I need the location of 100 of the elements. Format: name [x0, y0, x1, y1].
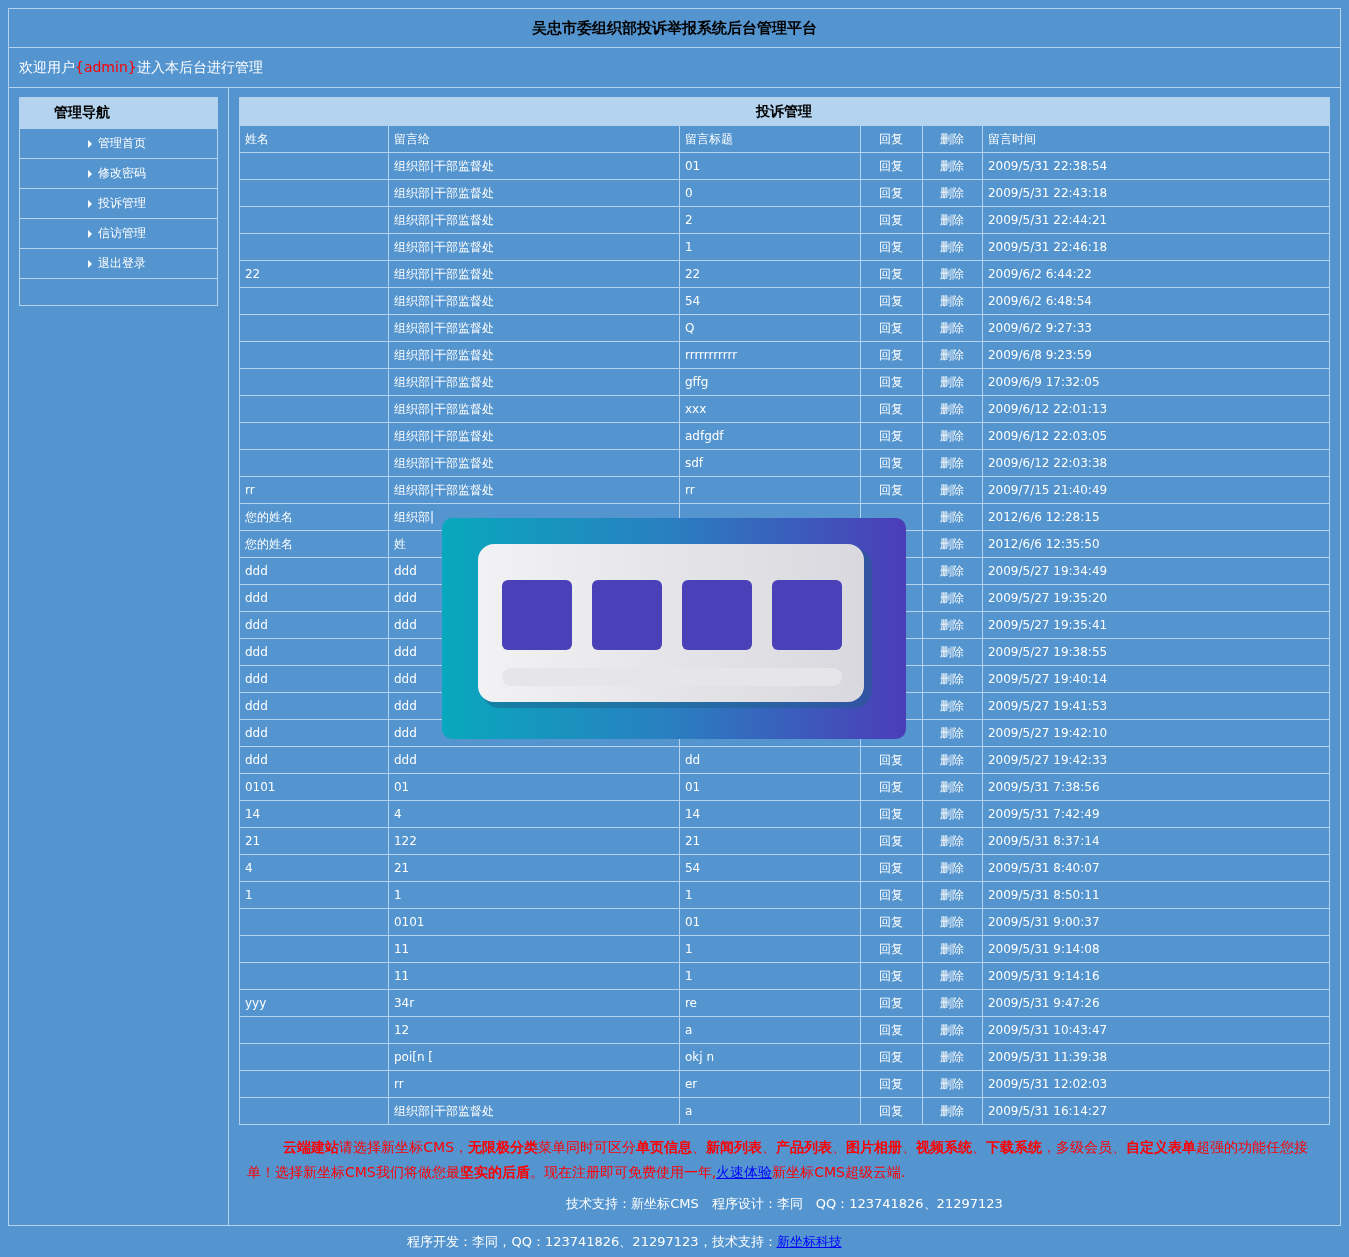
- table-cell: 2009/5/31 22:38:54: [982, 152, 1330, 180]
- table-cell: yyy: [239, 989, 389, 1017]
- table-cell: 01: [388, 773, 680, 801]
- table-cell: 2009/6/9 17:32:05: [982, 368, 1330, 396]
- table-cell: 11: [388, 935, 680, 963]
- table-cell: ddd: [239, 557, 389, 585]
- table-cell: 组织部|干部监督处: [388, 287, 680, 315]
- table-cell: 54: [679, 854, 861, 882]
- table-cell: 组织部|干部监督处: [388, 395, 680, 423]
- table-cell: 2009/5/27 19:42:33: [982, 746, 1330, 774]
- table-cell: 12: [388, 1016, 680, 1044]
- promo-text: 云端建站请选择新坐标CMS，无限极分类菜单同时可区分单页信息、新闻列表、产品列表、图片相册、视频系统、下载系统，多级会员、自定义表单超强的功能任您接单！选择新坐标CMS我们将做您最坚实的后盾。现在注册即可免费使用一年,火速体验新坐标CMS超级云端.: [245, 1138, 1310, 1182]
- table-cell: 2009/5/31 8:50:11: [982, 881, 1330, 909]
- table-cell: 01: [679, 908, 861, 936]
- table-cell: 2009/5/31 9:47:26: [982, 989, 1330, 1017]
- table-cell: 1: [679, 962, 861, 990]
- table-cell: 54: [679, 287, 861, 315]
- table-cell: 组织部|干部监督处: [388, 449, 680, 477]
- table-cell: 0101: [388, 908, 680, 936]
- table-cell: 2009/5/31 9:14:16: [982, 962, 1330, 990]
- table-cell: rr: [679, 476, 861, 504]
- table-cell: 组织部|干部监督处: [388, 206, 680, 234]
- table-cell: 2009/5/27 19:42:10: [982, 719, 1330, 747]
- table-cell: 2009/5/27 19:38:55: [982, 638, 1330, 666]
- table-cell: 1: [679, 935, 861, 963]
- table-cell: a: [679, 1097, 861, 1125]
- nav-item[interactable]: 退出登录: [20, 248, 217, 278]
- table-cell: 组织部|干部监督处: [388, 233, 680, 261]
- table-cell: 22: [679, 260, 861, 288]
- table-cell: rr: [239, 476, 389, 504]
- table-cell: okj n: [679, 1043, 861, 1071]
- nav-item[interactable]: 信访管理: [20, 218, 217, 248]
- table-cell: 2009/5/31 16:14:27: [982, 1097, 1330, 1125]
- nav-item[interactable]: 修改密码: [20, 158, 217, 188]
- nav-header: 管理导航: [20, 98, 217, 128]
- column-header: 留言给: [388, 125, 680, 153]
- table-cell: 2009/5/31 22:46:18: [982, 233, 1330, 261]
- triangle-icon: [88, 139, 92, 148]
- table-cell: xxx: [679, 395, 861, 423]
- table-cell: 4: [239, 854, 389, 882]
- table-cell: 21: [388, 854, 680, 882]
- table-cell: 组织部|干部监督处: [388, 179, 680, 207]
- table-cell: ddd: [239, 719, 389, 747]
- table-cell: 2012/6/6 12:35:50: [982, 530, 1330, 558]
- table-cell: adfgdf: [679, 422, 861, 450]
- table-cell: 01: [679, 773, 861, 801]
- column-header: 回复: [860, 125, 923, 153]
- table-cell: 2009/6/2 9:27:33: [982, 314, 1330, 342]
- table-cell: ddd: [239, 611, 389, 639]
- table-cell: 21: [239, 827, 389, 855]
- table-cell: ddd: [239, 638, 389, 666]
- table-cell: 2009/5/27 19:35:41: [982, 611, 1330, 639]
- table-title: 投诉管理: [239, 97, 1330, 126]
- table-cell: 2009/5/31 8:40:07: [982, 854, 1330, 882]
- table-cell: 1: [679, 233, 861, 261]
- table-cell: a: [679, 1016, 861, 1044]
- table-cell: 2009/5/31 8:37:14: [982, 827, 1330, 855]
- table-cell: 2009/6/12 22:01:13: [982, 395, 1330, 423]
- table-cell: Q: [679, 314, 861, 342]
- table-cell: 1: [679, 881, 861, 909]
- table-cell: ddd: [239, 746, 389, 774]
- table-cell: 组织部|干部监督处: [388, 1097, 680, 1125]
- nav-item[interactable]: 投诉管理: [20, 188, 217, 218]
- table-cell: rr: [388, 1070, 680, 1098]
- table-cell: 组织部|干部监督处: [388, 314, 680, 342]
- table-cell: 组织部|干部监督处: [388, 152, 680, 180]
- table-cell: 0: [679, 179, 861, 207]
- table-cell: 组织部|干部监督处: [388, 422, 680, 450]
- table-cell: 122: [388, 827, 680, 855]
- table-cell: 21: [679, 827, 861, 855]
- table-cell: 2009/7/15 21:40:49: [982, 476, 1330, 504]
- triangle-icon: [88, 199, 92, 208]
- triangle-icon: [88, 259, 92, 268]
- table-cell: 组织部|干部监督处: [388, 260, 680, 288]
- table-cell: 您的姓名: [239, 530, 389, 558]
- company-link[interactable]: 新坐标科技: [776, 1234, 842, 1249]
- table-cell: 2009/5/27 19:40:14: [982, 665, 1330, 693]
- table-cell: 2009/5/31 10:43:47: [982, 1016, 1330, 1044]
- table-cell: poi[n [: [388, 1043, 680, 1071]
- table-cell: 2009/5/31 7:42:49: [982, 800, 1330, 828]
- triangle-icon: [88, 169, 92, 178]
- column-header: 姓名: [239, 125, 389, 153]
- table-cell: re: [679, 989, 861, 1017]
- table-cell: 0101: [239, 773, 389, 801]
- table-cell: 34r: [388, 989, 680, 1017]
- table-cell: 组织部|干部监督处: [388, 476, 680, 504]
- trial-link[interactable]: 火速体验: [716, 1164, 773, 1180]
- nav-item[interactable]: 管理首页: [20, 128, 217, 158]
- table-cell: 2009/5/31 7:38:56: [982, 773, 1330, 801]
- table-cell: rrrrrrrrrrr: [679, 341, 861, 369]
- column-header: 删除: [922, 125, 983, 153]
- table-cell: 2009/5/31 9:00:37: [982, 908, 1330, 936]
- credits-text: 技术支持：新坐标CMS 程序设计：李同 QQ：123741826、21297123: [566, 1196, 1003, 1211]
- table-cell: 11: [388, 962, 680, 990]
- table-cell: 2009/6/8 9:23:59: [982, 341, 1330, 369]
- table-cell: 4: [388, 800, 680, 828]
- table-cell: 2009/6/12 22:03:38: [982, 449, 1330, 477]
- table-cell: 2009/5/31 22:44:21: [982, 206, 1330, 234]
- footer-text: 程序开发：李同，QQ：123741826、21297123，技术支持：新坐标科技: [407, 1234, 842, 1249]
- table-cell: 2009/6/2 6:44:22: [982, 260, 1330, 288]
